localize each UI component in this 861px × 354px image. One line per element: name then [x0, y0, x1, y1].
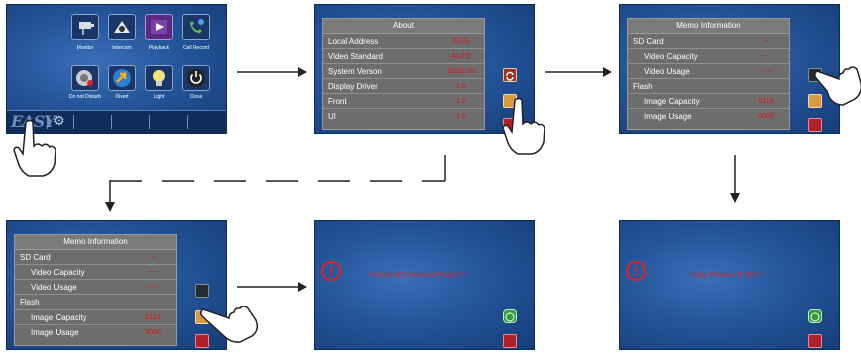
- pointing-hand-icon: [502, 97, 545, 155]
- about-row: Local Address 00.00: [323, 34, 484, 49]
- back-icon[interactable]: [808, 334, 822, 348]
- format-message: Format SD Card And Restart ?: [370, 272, 466, 279]
- memo-title: Memo Information: [15, 235, 176, 250]
- ok-button[interactable]: [808, 309, 822, 323]
- main-menu-screen: Monitor Intercom Playback Call Record Do…: [6, 4, 227, 134]
- pointing-hand-icon: [813, 66, 861, 106]
- back-icon[interactable]: [808, 118, 822, 132]
- memo-panel: Memo Information SD Card -- Video Capacit…: [627, 18, 790, 130]
- about-title: About: [323, 19, 484, 34]
- divert-icon[interactable]: [108, 65, 136, 91]
- memo-row: SD Card --: [15, 250, 176, 265]
- memo-row: Flash: [628, 79, 789, 94]
- about-row: Video Standard AUTO: [323, 49, 484, 64]
- refresh-icon[interactable]: [503, 68, 517, 82]
- memo-row: SD Card --: [628, 34, 789, 49]
- copy-message: Copy Pictures To SD ?: [691, 272, 762, 279]
- format-screen: ! Format SD Card And Restart ?: [314, 220, 535, 350]
- call-record-icon[interactable]: [182, 14, 210, 40]
- intercom-icon[interactable]: [108, 14, 136, 40]
- power-icon[interactable]: [182, 65, 210, 91]
- memo-panel: Memo Information SD Card -- Video Capacit…: [14, 234, 177, 346]
- about-row: UI 1.0: [328, 112, 466, 121]
- about-panel: About Local Address 00.00 Video Standard A…: [322, 18, 485, 130]
- copy-screen: ! Copy Pictures To SD ?: [619, 220, 840, 350]
- memo-row: Image Usage 0000: [644, 112, 774, 121]
- memo-title: Memo Information: [628, 19, 789, 34]
- memo-row: Image Capacity 0118: [15, 310, 176, 325]
- warning-icon: !: [321, 261, 341, 281]
- copy-icon[interactable]: [195, 284, 209, 298]
- ok-button[interactable]: [503, 309, 517, 323]
- about-row: Front 1.0: [323, 94, 484, 109]
- memo-row: Video Usage -----: [628, 64, 789, 79]
- about-row: Display Driver 1.0: [323, 79, 484, 94]
- memo-row: Video Usage -----: [15, 280, 176, 295]
- do-not-disturb-icon[interactable]: [71, 65, 99, 91]
- memo-row: Image Capacity 0118: [628, 94, 789, 109]
- about-row: System Verson 00.01.00: [323, 64, 484, 79]
- back-icon[interactable]: [503, 334, 517, 348]
- menu-label-call-record: Call Record: [182, 45, 210, 51]
- memo-row: Video Capacity ----: [628, 49, 789, 64]
- memo-screen-bottom: Memo Information SD Card -- Video Capacit…: [6, 220, 227, 350]
- memo-screen-top: Memo Information SD Card -- Video Capacit…: [619, 4, 840, 134]
- menu-label-close: Close: [189, 94, 203, 100]
- memo-row: Flash: [15, 295, 176, 310]
- pointing-hand-icon: [13, 119, 56, 177]
- pointing-hand-icon: [199, 306, 259, 343]
- memo-row: Image Usage 0000: [31, 328, 161, 337]
- memo-row: Video Capacity ----: [15, 265, 176, 280]
- light-bulb-icon[interactable]: [145, 65, 173, 91]
- camera-icon[interactable]: [71, 14, 99, 40]
- warning-icon: !: [626, 261, 646, 281]
- playback-icon[interactable]: [145, 14, 173, 40]
